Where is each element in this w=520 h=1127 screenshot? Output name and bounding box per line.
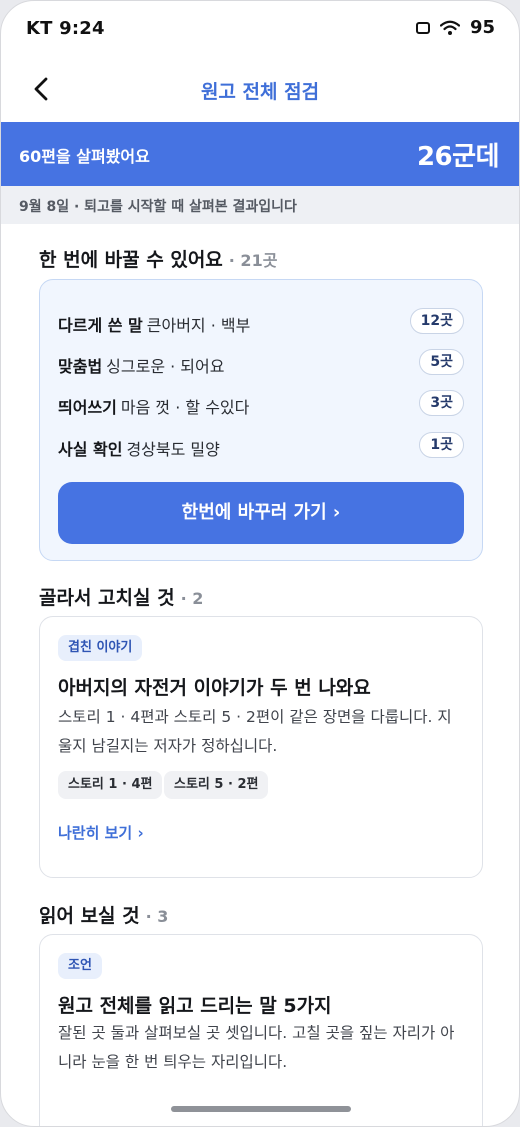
fix-row-label: 사실 확인 — [58, 440, 123, 459]
side-by-side-link[interactable]: 나란히 보기 › — [58, 822, 144, 843]
duplicate-story-card[interactable]: 겹친 이야기 아버지의 자전거 이야기가 두 번 나와요 스토리 1 · 4편과… — [39, 616, 483, 878]
fix-row-text: 경상북도 밀양 — [126, 440, 220, 459]
issue-count: 26군데 — [416, 142, 500, 172]
fix-row-label: 맞춤법 — [58, 357, 103, 376]
quick-fix-title: 한 번에 바꿀 수 있어요 — [39, 249, 223, 271]
summary-note: 9월 8일 · 퇴고를 시작할 때 살펴본 결과입니다 — [19, 199, 297, 215]
quick-fix-count: · 21곳 — [228, 251, 278, 270]
story-chip[interactable]: 스토리 1 · 4편 — [58, 771, 163, 799]
fix-all-button[interactable]: 한번에 바꾸러 가기 › — [58, 482, 464, 544]
summary-banner: 60편을 살펴봤어요 26군데 — [1, 122, 519, 186]
fix-row-count: 5곳 — [419, 349, 464, 375]
fix-row[interactable]: 다르게 쓴 말 큰아버지 · 백부 12곳 — [58, 308, 464, 336]
advice-card[interactable]: 조언 원고 전체를 읽고 드리는 말 5가지 잘된 곳 둘과 살펴보실 곳 셋입… — [39, 934, 483, 1126]
category-badge: 겹친 이야기 — [58, 635, 143, 661]
quick-fix-card: 다르게 쓴 말 큰아버지 · 백부 12곳 맞춤법 싱그로운 · 되어요 5곳 띄어… — [39, 279, 483, 561]
fix-row[interactable]: 사실 확인 경상북도 밀양 1곳 — [58, 432, 464, 460]
fix-row-label: 다르게 쓴 말 — [58, 316, 143, 335]
choose-fix-section-title: 골라서 고치실 것 · 2 — [39, 583, 203, 610]
category-badge: 조언 — [58, 953, 102, 979]
story-chip[interactable]: 스토리 5 · 2편 — [164, 771, 269, 799]
home-indicator[interactable] — [171, 1106, 351, 1112]
phone-screen: KT 9:24 95 원고 전체 점검 60편을 살펴봤어요 26군데 9월 8… — [0, 0, 520, 1127]
choose-fix-title: 골라서 고치실 것 — [39, 587, 175, 609]
wifi-icon — [439, 20, 460, 36]
fix-row-count: 12곳 — [409, 308, 464, 334]
summary-note-bar: 9월 8일 · 퇴고를 시작할 때 살펴본 결과입니다 — [1, 186, 519, 224]
quick-fix-section-title: 한 번에 바꿀 수 있어요 · 21곳 — [39, 245, 277, 272]
fix-row[interactable]: 맞춤법 싱그로운 · 되어요 5곳 — [58, 349, 464, 377]
card-title: 아버지의 자전거 이야기가 두 번 나와요 — [58, 677, 371, 699]
reviewed-text: 60편을 살펴봤어요 — [19, 147, 150, 166]
fix-row-count: 1곳 — [419, 432, 464, 458]
fix-row-label: 띄어쓰기 — [58, 398, 117, 417]
fix-row-text: 마음 껏 · 할 수있다 — [120, 398, 250, 417]
screen-icon — [415, 21, 430, 34]
app-header: 원고 전체 점검 — [1, 59, 519, 121]
page-title: 원고 전체 점검 — [200, 81, 320, 103]
card-description: 스토리 1 · 4편과 스토리 5 · 2편이 같은 장면을 다룹니다. 지울지… — [58, 708, 452, 755]
read-section-title: 읽어 보실 것 · 3 — [39, 901, 168, 928]
status-bar: KT 9:24 95 — [1, 1, 519, 57]
choose-fix-count: · 2 — [180, 589, 204, 608]
carrier-time: KT 9:24 — [26, 18, 105, 39]
fix-row[interactable]: 띄어쓰기 마음 껏 · 할 수있다 3곳 — [58, 390, 464, 418]
status-icons: 95 — [415, 17, 495, 38]
card-title: 원고 전체를 읽고 드리는 말 5가지 — [58, 995, 332, 1017]
fix-row-count: 3곳 — [419, 390, 464, 416]
read-title: 읽어 보실 것 — [39, 905, 140, 927]
fix-row-text: 큰아버지 · 백부 — [146, 316, 251, 335]
card-description: 잘된 곳 둘과 살펴보실 곳 셋입니다. 고칠 곳을 짚는 자리가 아니라 눈을… — [58, 1024, 455, 1071]
read-count: · 3 — [145, 907, 169, 926]
fix-row-text: 싱그로운 · 되어요 — [106, 357, 225, 376]
battery-level: 95 — [469, 17, 495, 38]
